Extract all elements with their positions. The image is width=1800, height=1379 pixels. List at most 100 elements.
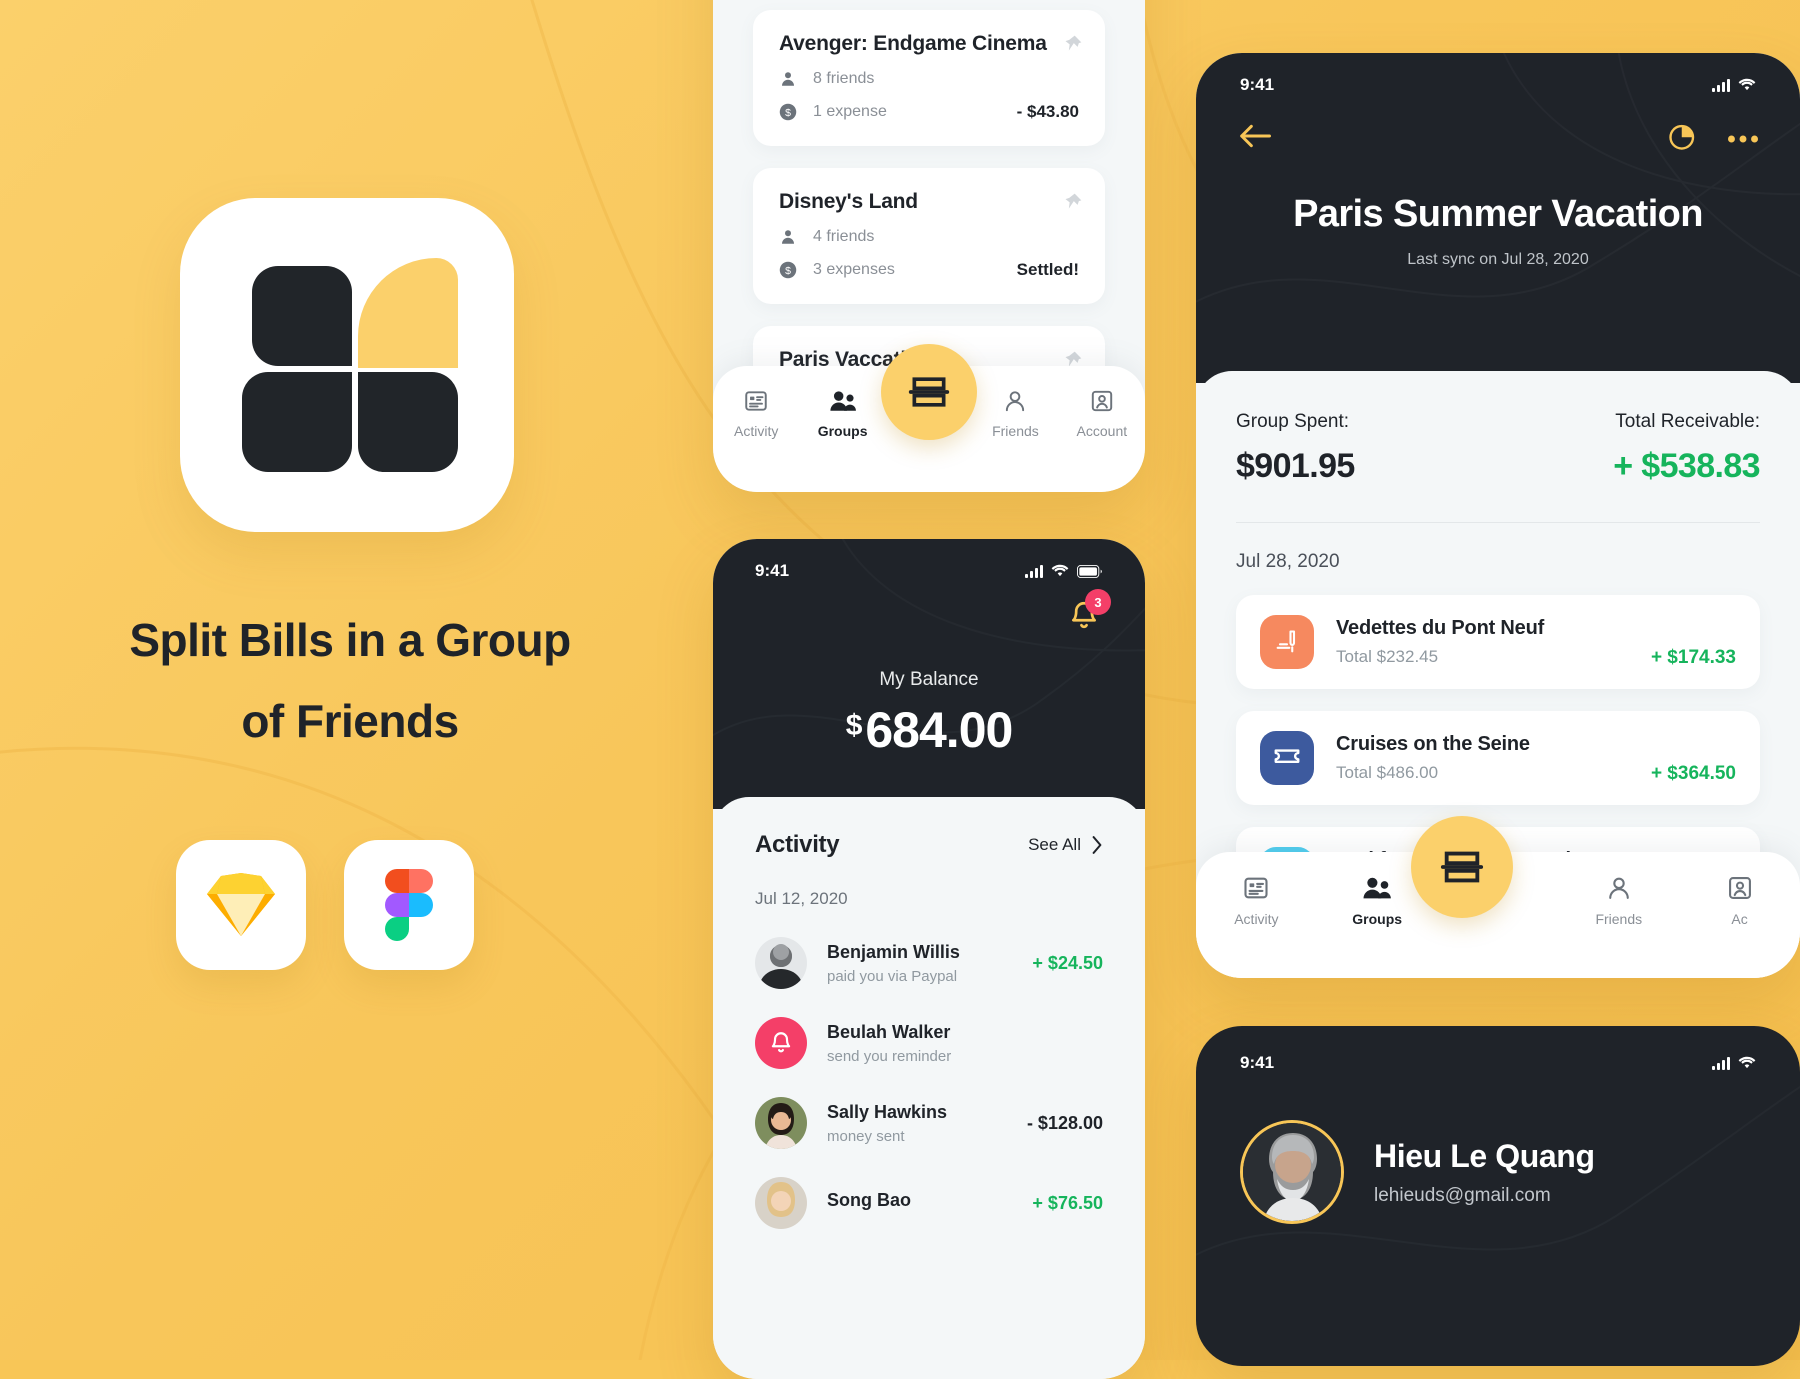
notification-badge: 3 (1085, 589, 1111, 615)
profile-body: Hieu Le Quang lehieuds@gmail.com (1240, 1120, 1595, 1224)
activity-sub: money sent (827, 1127, 905, 1145)
back-button[interactable] (1238, 122, 1272, 155)
account-badge-icon (1728, 877, 1751, 899)
notifications-button[interactable]: 3 (1067, 589, 1111, 638)
sketch-logo-icon (207, 873, 275, 936)
hero-headline: Split Bills in a Group of Friends (0, 600, 700, 761)
activity-name: Sally Hawkins (827, 1101, 948, 1122)
status-indicators (1712, 1056, 1756, 1070)
tab-label: Activity (734, 423, 779, 439)
svg-text:$: $ (785, 265, 791, 277)
status-indicators (1025, 564, 1103, 578)
headline-line-2: of Friends (241, 694, 459, 747)
group-card[interactable]: Avenger: Endgame Cinema 8 friends $ 1 ex… (753, 10, 1105, 146)
tab-label: Ac (1731, 911, 1748, 927)
expense-name: Cruises on the Seine (1336, 733, 1530, 755)
cellular-signal-icon (1025, 564, 1043, 578)
group-card[interactable]: Disney's Land 4 friends $ 3 expenses Set… (753, 168, 1105, 304)
person-icon (779, 228, 801, 246)
expense-name: Vedettes du Pont Neuf (1336, 617, 1545, 639)
activity-row[interactable]: Benjamin Willis paid you via Paypal + $2… (755, 937, 1103, 989)
app-logo-tile (180, 198, 514, 532)
expense-amount: + $364.50 (1650, 763, 1736, 784)
battery-icon (1077, 564, 1102, 578)
avatar (755, 1177, 807, 1229)
activity-card-icon (1244, 877, 1268, 899)
tab-friends[interactable]: Friends (1558, 874, 1679, 927)
status-time: 9:41 (755, 561, 790, 580)
expense-row[interactable]: Vedettes du Pont Neuf Total $232.45 + $1… (1236, 595, 1760, 689)
tab-label: Friends (1595, 911, 1643, 927)
stat-total-receivable: Total Receivable: + $538.83 (1498, 411, 1760, 486)
balance-label: My Balance (879, 669, 979, 690)
logo-petal-top-left (252, 266, 352, 366)
chart-button[interactable] (1668, 121, 1698, 156)
activity-amount: - $128.00 (1026, 1112, 1103, 1133)
more-button[interactable] (1728, 130, 1758, 148)
groups-people-icon (830, 391, 856, 411)
friend-person-icon (1006, 391, 1025, 412)
add-split-fab[interactable] (1411, 816, 1513, 918)
arrow-left-icon (1240, 124, 1272, 148)
tab-friends[interactable]: Friends (972, 388, 1058, 439)
pin-icon[interactable] (1063, 34, 1083, 59)
profile-text: Hieu Le Quang lehieuds@gmail.com (1374, 1138, 1595, 1207)
tab-label: Friends (992, 423, 1039, 439)
detail-nav-actions (1668, 121, 1758, 156)
sketch-tile[interactable] (176, 840, 306, 970)
tab-groups[interactable]: Groups (799, 388, 885, 439)
expense-icon-wrap (1260, 731, 1314, 785)
status-time: 9:41 (1240, 1053, 1275, 1072)
activity-row[interactable]: Beulah Walker send you reminder (755, 1017, 1103, 1069)
app-logo-mark (240, 258, 458, 472)
tab-account[interactable]: Account (1059, 388, 1145, 439)
tab-account[interactable]: Ac (1679, 874, 1800, 927)
activity-amount: + $76.50 (1032, 1192, 1103, 1213)
activity-sub: paid you via Paypal (827, 967, 958, 985)
wifi-icon (1738, 78, 1756, 91)
detail-date: Jul 28, 2020 (1236, 551, 1340, 572)
tab-label: Activity (1234, 911, 1279, 927)
friend-person-icon (1608, 877, 1629, 899)
see-all-button[interactable]: See All (1028, 835, 1103, 855)
wifi-icon (1051, 564, 1069, 577)
expense-total: Total $232.45 (1336, 647, 1439, 666)
expense-row[interactable]: Cruises on the Seine Total $486.00 + $36… (1236, 711, 1760, 805)
activity-row[interactable]: Song Bao + $76.50 (755, 1177, 1103, 1229)
activity-text: Beulah Walker send you reminder (827, 1022, 951, 1065)
group-amount: Settled! (1016, 260, 1079, 279)
activity-card-icon (745, 391, 767, 411)
activity-title: Activity (755, 831, 840, 858)
expense-text: Cruises on the Seine Total $486.00 (1336, 733, 1530, 783)
activity-row[interactable]: Sally Hawkins money sent - $128.00 (755, 1097, 1103, 1149)
figma-tile[interactable] (344, 840, 474, 970)
photo-woman-dark-hair-icon (755, 1097, 807, 1149)
figma-logo-icon (385, 869, 433, 941)
add-split-fab[interactable] (881, 344, 977, 440)
status-bar: 9:41 (1196, 1048, 1800, 1078)
split-bill-icon (908, 377, 950, 407)
stat-label: Total Receivable: (1615, 411, 1760, 432)
divider (1236, 522, 1760, 523)
detail-title: Paris Summer Vacation (1293, 193, 1703, 235)
status-bar: 9:41 (713, 555, 1145, 587)
headline-line-1: Split Bills in a Group (129, 614, 571, 666)
pin-icon[interactable] (1063, 192, 1083, 217)
see-all-label: See All (1028, 835, 1081, 854)
photo-man-beard-icon (755, 937, 807, 989)
tab-activity[interactable]: Activity (713, 388, 799, 439)
group-detail-screen: 9:41 Paris Summer Vacation Last sync on … (1196, 53, 1800, 978)
group-title: Avenger: Endgame Cinema (779, 32, 1047, 55)
status-bar: 9:41 (1196, 69, 1800, 101)
profile-name: Hieu Le Quang (1374, 1137, 1595, 1174)
group-expense-count: 1 expense (813, 103, 887, 120)
cellular-signal-icon (1712, 78, 1730, 92)
group-friends-count: 4 friends (813, 228, 875, 245)
groups-screen: Avenger: Endgame Cinema 8 friends $ 1 ex… (713, 0, 1145, 492)
photo-woman-blonde-icon (755, 1177, 807, 1229)
groups-people-icon (1363, 877, 1392, 899)
hero-section: Split Bills in a Group of Friends (0, 0, 700, 1360)
tab-activity[interactable]: Activity (1196, 874, 1317, 927)
account-badge-icon (1091, 390, 1113, 412)
expense-total: Total $486.00 (1336, 763, 1439, 782)
